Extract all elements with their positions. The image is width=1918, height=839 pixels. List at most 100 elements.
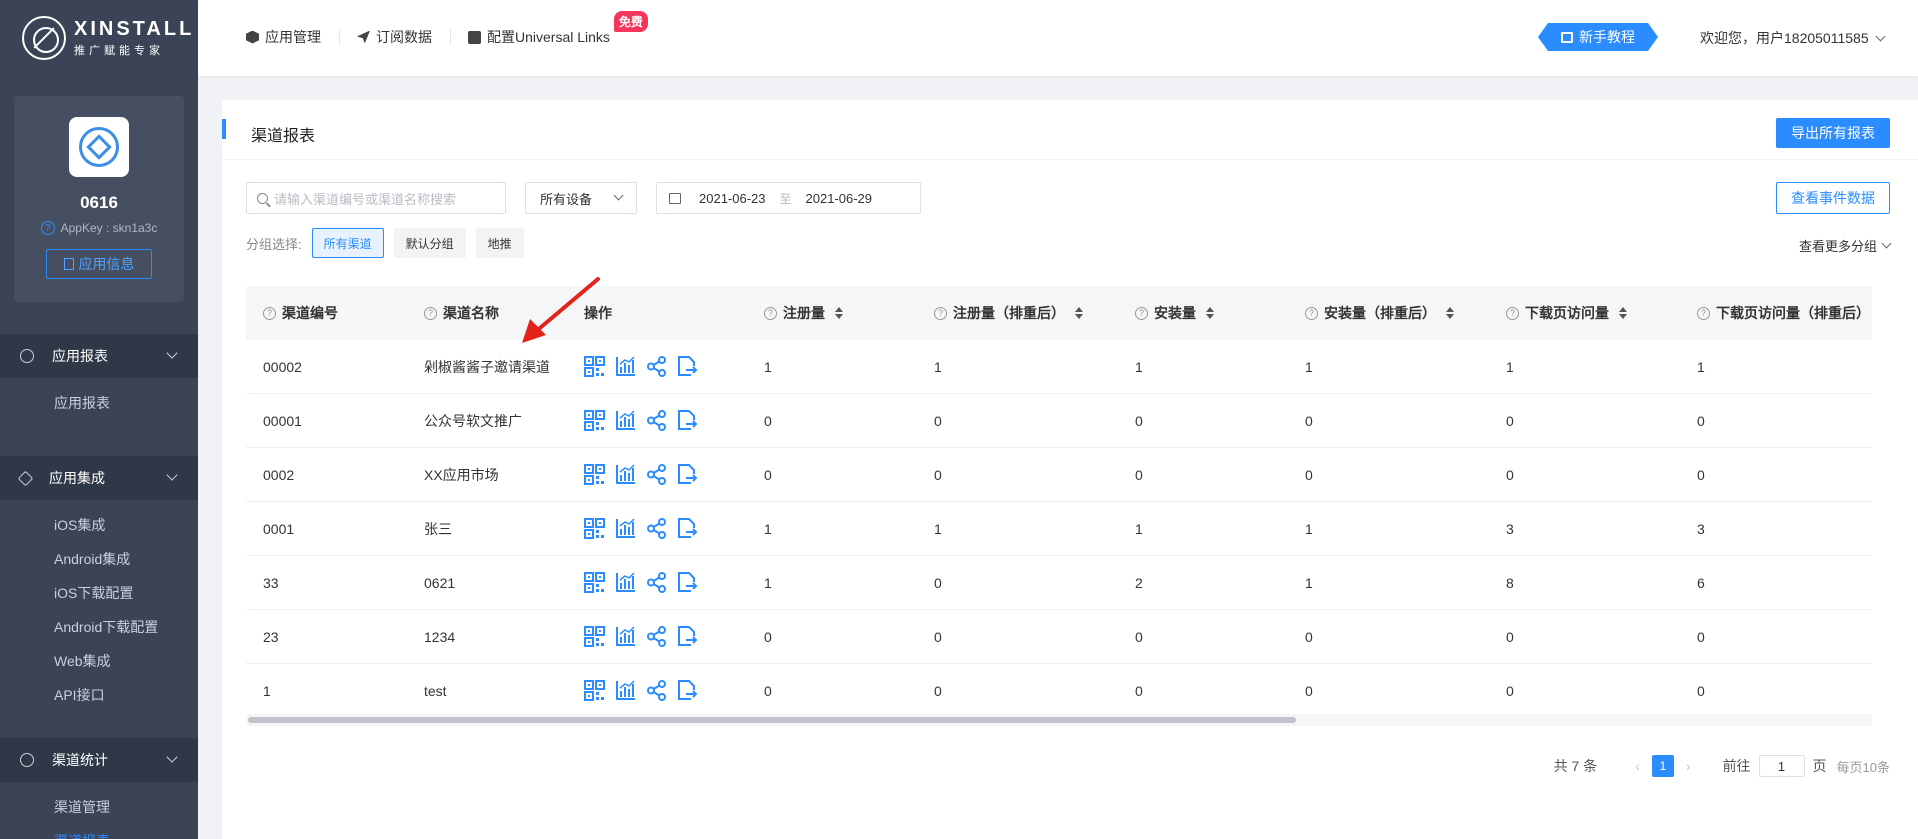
sidebar-item-ios-download-config[interactable]: iOS下载配置 — [0, 576, 198, 610]
qrcode-icon[interactable] — [584, 464, 605, 485]
sidebar-item-api[interactable]: API接口 — [0, 678, 198, 712]
export-file-icon[interactable] — [677, 572, 698, 593]
help-icon[interactable]: ? — [1506, 306, 1519, 320]
qrcode-icon[interactable] — [584, 572, 605, 593]
cell-actions — [567, 464, 747, 485]
menu-group-channel-stats[interactable]: 渠道统计 — [0, 738, 198, 782]
qrcode-icon[interactable] — [584, 518, 605, 539]
brand-logo[interactable]: XINSTALL 推广赋能专家 — [0, 0, 198, 76]
user-menu[interactable]: 欢迎您，用户18205011585 — [1700, 28, 1886, 48]
share-icon[interactable] — [646, 410, 667, 431]
group-chip-ground[interactable]: 地推 — [475, 228, 524, 258]
qrcode-icon[interactable] — [584, 680, 605, 701]
share-icon[interactable] — [646, 356, 667, 377]
bar-chart-icon[interactable] — [615, 680, 636, 701]
date-start[interactable]: 2021-06-23 — [699, 191, 766, 206]
col-registrations-dedup[interactable]: ? 注册量（排重后） — [917, 303, 1118, 323]
export-file-icon[interactable] — [677, 518, 698, 539]
app-info-button[interactable]: 应用信息 — [46, 249, 152, 279]
sidebar-item-app-report[interactable]: 应用报表 — [0, 386, 198, 420]
qrcode-icon[interactable] — [584, 410, 605, 431]
horizontal-scrollbar[interactable] — [246, 714, 1872, 726]
sort-icon[interactable] — [835, 307, 843, 319]
sort-icon[interactable] — [1446, 307, 1454, 319]
bar-chart-icon[interactable] — [615, 356, 636, 377]
menu-group-app-report[interactable]: 应用报表 — [0, 334, 198, 378]
date-end[interactable]: 2021-06-29 — [806, 191, 873, 206]
tutorial-button[interactable]: 新手教程 — [1538, 23, 1658, 51]
cell-channel-name: 0621 — [424, 574, 456, 591]
channel-table: ? 渠道编号 ? 渠道名称 操作 ? 注册量 ? 注册量（排重后） ? 安装量 ? 安装量（… — [246, 286, 1872, 718]
search-placeholder: 请输入渠道编号或渠道名称搜索 — [274, 191, 457, 207]
col-installs[interactable]: ? 安装量 — [1118, 303, 1288, 323]
export-file-icon[interactable] — [677, 410, 698, 431]
table-body: 00002 剁椒酱酱子邀请渠道 1 1 1 1 1 1 00001 公众号软文推广 0 0 0 0 0 0 00… — [246, 340, 1872, 718]
help-icon[interactable]: ? — [1135, 306, 1148, 320]
sidebar-item-android-download-config[interactable]: Android下载配置 — [0, 610, 198, 644]
date-range-picker[interactable]: 2021-06-23 至 2021-06-29 — [656, 182, 921, 214]
cell-registrations: 0 — [764, 682, 772, 699]
sidebar-item-channel-manage[interactable]: 渠道管理 — [0, 790, 198, 824]
share-icon[interactable] — [646, 572, 667, 593]
help-icon[interactable]: ? — [424, 306, 437, 320]
prev-page-icon[interactable]: ‹ — [1635, 758, 1640, 774]
nav-subscription[interactable]: 订阅数据 — [339, 27, 450, 47]
sidebar-item-ios-integration[interactable]: iOS集成 — [0, 508, 198, 542]
qrcode-icon[interactable] — [584, 626, 605, 647]
device-select[interactable]: 所有设备 — [525, 182, 637, 214]
help-icon[interactable]: ? — [1305, 306, 1318, 320]
share-icon[interactable] — [646, 626, 667, 647]
nav-universal-links[interactable]: 配置Universal Links 免费 — [450, 11, 648, 47]
page-number-1[interactable]: 1 — [1651, 755, 1674, 777]
total-count: 共 7 条 — [1553, 758, 1598, 774]
share-icon[interactable] — [646, 464, 667, 485]
more-groups-link[interactable]: 查看更多分组 — [1799, 236, 1892, 255]
col-installs-dedup[interactable]: ? 安装量（排重后） — [1288, 303, 1489, 323]
group-chip-default[interactable]: 默认分组 — [393, 228, 466, 258]
export-file-icon[interactable] — [677, 680, 698, 701]
col-registrations[interactable]: ? 注册量 — [747, 303, 917, 323]
col-download-visits[interactable]: ? 下载页访问量 — [1489, 303, 1680, 323]
sidebar-item-channel-report[interactable]: 渠道报表 — [0, 824, 198, 839]
bar-chart-icon[interactable] — [615, 572, 636, 593]
export-file-icon[interactable] — [677, 626, 698, 647]
help-icon[interactable]: ? — [40, 221, 55, 235]
help-icon[interactable]: ? — [764, 306, 777, 320]
bar-chart-icon[interactable] — [615, 626, 636, 647]
goto-page-input[interactable] — [1758, 755, 1805, 777]
channel-search-input[interactable]: 请输入渠道编号或渠道名称搜索 — [246, 182, 506, 214]
export-file-icon[interactable] — [677, 356, 698, 377]
export-file-icon[interactable] — [677, 464, 698, 485]
sort-icon[interactable] — [1619, 307, 1627, 319]
nav-label: 应用管理 — [265, 29, 321, 45]
help-icon[interactable]: ? — [263, 306, 276, 320]
export-all-button[interactable]: 导出所有报表 — [1776, 118, 1890, 148]
col-channel-id: ? 渠道编号 — [246, 303, 407, 323]
chevron-down-icon — [1881, 238, 1892, 249]
table-row: 00001 公众号软文推广 0 0 0 0 0 0 — [246, 394, 1872, 448]
bar-chart-icon[interactable] — [615, 464, 636, 485]
sidebar-item-android-integration[interactable]: Android集成 — [0, 542, 198, 576]
share-icon[interactable] — [646, 518, 667, 539]
view-events-button[interactable]: 查看事件数据 — [1776, 182, 1890, 214]
cell-channel-id: 0001 — [263, 520, 295, 537]
cell-installs-dedup: 1 — [1305, 358, 1313, 375]
sidebar-item-web-integration[interactable]: Web集成 — [0, 644, 198, 678]
scrollbar-thumb[interactable] — [248, 717, 1296, 723]
menu-group-integration[interactable]: 应用集成 — [0, 456, 198, 500]
help-icon[interactable]: ? — [1697, 306, 1710, 320]
cell-installs: 1 — [1135, 520, 1143, 537]
cell-channel-id: 0002 — [263, 466, 295, 483]
qrcode-icon[interactable] — [584, 356, 605, 377]
nav-app-manage[interactable]: 应用管理 — [246, 27, 339, 47]
cell-installs: 1 — [1135, 358, 1143, 375]
cell-download-visits-dedup: 0 — [1697, 682, 1705, 699]
bar-chart-icon[interactable] — [615, 410, 636, 431]
next-page-icon[interactable]: › — [1686, 758, 1691, 774]
help-icon[interactable]: ? — [934, 306, 947, 320]
bar-chart-icon[interactable] — [615, 518, 636, 539]
share-icon[interactable] — [646, 680, 667, 701]
group-chip-all[interactable]: 所有渠道 — [311, 228, 384, 258]
sort-icon[interactable] — [1075, 307, 1083, 319]
sort-icon[interactable] — [1206, 307, 1214, 319]
